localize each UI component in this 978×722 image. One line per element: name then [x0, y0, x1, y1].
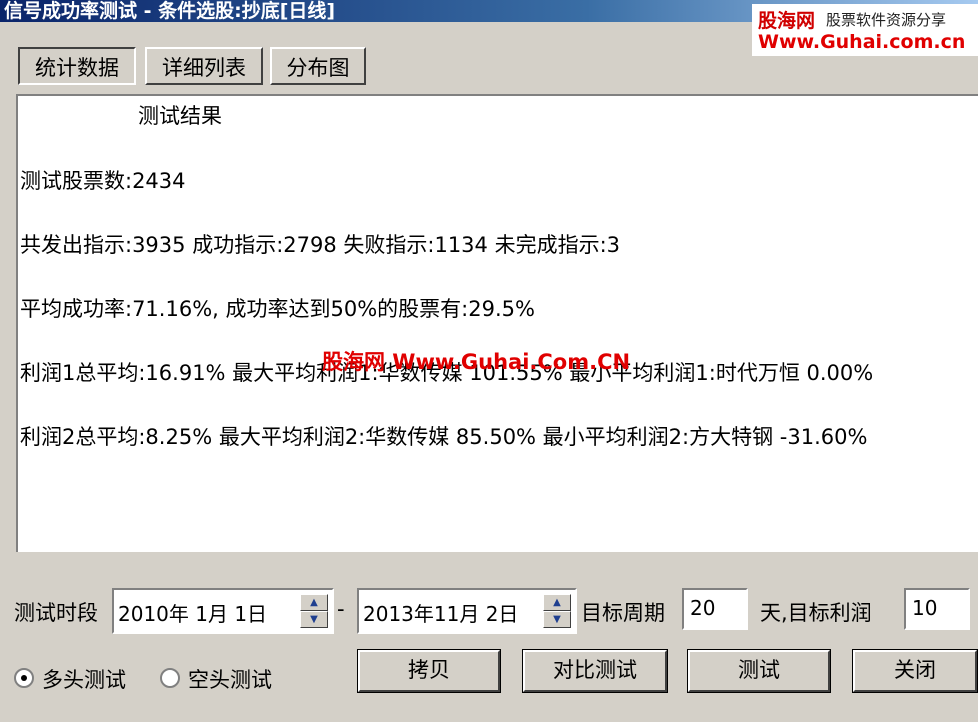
- target-profit-value: 10: [912, 596, 938, 620]
- radio-icon[interactable]: [14, 668, 34, 688]
- spin-up-icon[interactable]: ▲: [300, 594, 328, 611]
- date-separator: -: [337, 597, 345, 621]
- brand-tagline: 股票软件资源分享: [826, 11, 947, 29]
- period-label: 测试时段: [14, 601, 98, 625]
- radio-checked-dot: [21, 675, 27, 681]
- target-period-value: 20: [690, 596, 716, 620]
- result-line-profit2: 利润2总平均:8.25% 最大平均利润2:华数传媒 85.50% 最小平均利润2…: [20, 425, 868, 449]
- target-period-field[interactable]: 20: [682, 588, 748, 630]
- tab-label: 统计数据: [35, 56, 119, 80]
- tab-statistics[interactable]: 统计数据: [18, 47, 136, 85]
- brand-url: Www.Guhai.com.cn: [758, 31, 966, 53]
- tab-label: 分布图: [286, 56, 350, 80]
- window-title: 信号成功率测试 - 条件选股:抄底[日线]: [4, 0, 336, 22]
- test-button[interactable]: 测试: [687, 649, 831, 693]
- compare-test-button[interactable]: 对比测试: [522, 649, 668, 693]
- start-date-spinner[interactable]: ▲ ▼: [300, 594, 328, 628]
- tab-label: 详细列表: [162, 56, 246, 80]
- end-date-spinner[interactable]: ▲ ▼: [543, 594, 571, 628]
- end-date-picker[interactable]: 2013年11月 2日 ▲ ▼: [357, 588, 577, 634]
- radio-label: 多头测试: [42, 668, 126, 692]
- result-line-stock-count: 测试股票数:2434: [20, 169, 186, 193]
- start-date-picker[interactable]: 2010年 1月 1日 ▲ ▼: [112, 588, 334, 634]
- result-line-success-rate: 平均成功率:71.16%, 成功率达到50%的股票有:29.5%: [20, 297, 535, 321]
- target-period-label: 目标周期: [581, 601, 665, 625]
- end-date-value: 2013年11月 2日: [363, 602, 519, 626]
- result-line-signals: 共发出指示:3935 成功指示:2798 失败指示:1134 未完成指示:3: [20, 233, 621, 257]
- close-button[interactable]: 关闭: [852, 649, 978, 693]
- brand-name: 股海网: [758, 10, 816, 32]
- spin-down-icon[interactable]: ▼: [300, 611, 328, 628]
- copy-button[interactable]: 拷贝: [357, 649, 501, 693]
- start-date-value: 2010年 1月 1日: [118, 602, 268, 626]
- brand-logo: 股海网 股票软件资源分享 Www.Guhai.com.cn: [752, 4, 978, 56]
- results-heading: 测试结果: [138, 104, 222, 128]
- radio-icon[interactable]: [160, 668, 180, 688]
- results-panel[interactable]: [16, 94, 978, 552]
- spin-up-icon[interactable]: ▲: [543, 594, 571, 611]
- watermark-text: 股海网 Www.Guhai.Com.CN: [322, 350, 631, 374]
- target-profit-field[interactable]: 10: [904, 588, 970, 630]
- target-profit-label: 天,目标利润: [760, 601, 872, 625]
- radio-label: 空头测试: [188, 668, 272, 692]
- tab-detail-list[interactable]: 详细列表: [145, 47, 263, 85]
- spin-down-icon[interactable]: ▼: [543, 611, 571, 628]
- tab-distribution[interactable]: 分布图: [270, 47, 366, 85]
